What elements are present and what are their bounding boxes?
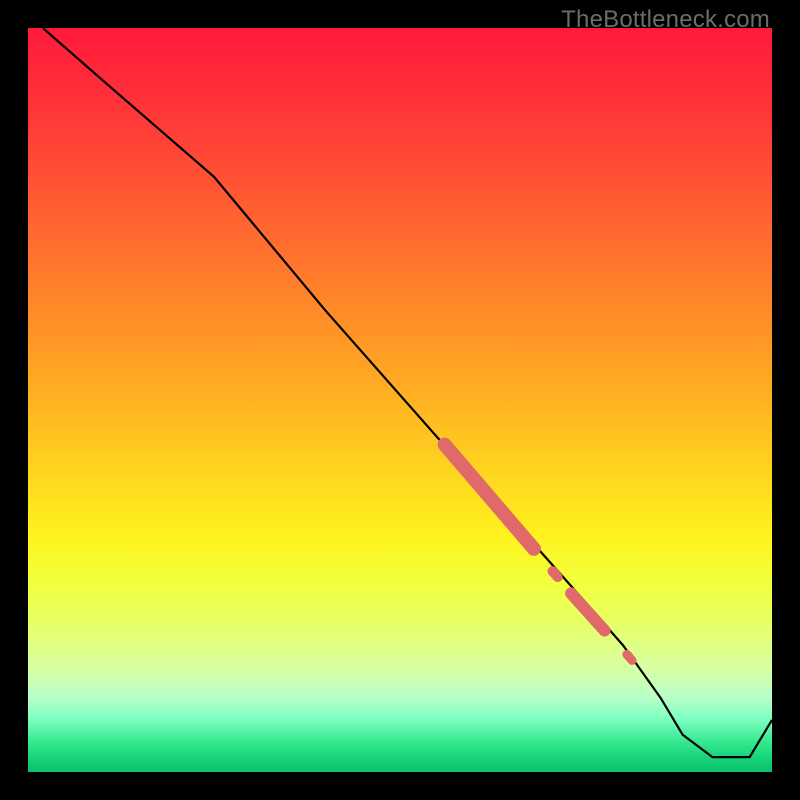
watermark-text: TheBottleneck.com [561, 6, 770, 34]
highlight-segment [445, 445, 534, 549]
highlight-segment [571, 593, 605, 630]
highlight-segment [553, 571, 558, 577]
chart-svg [28, 28, 772, 772]
plot-area [28, 28, 772, 772]
chart-frame: TheBottleneck.com [0, 0, 800, 800]
highlight-segment [627, 654, 632, 660]
curve-line [43, 28, 772, 757]
